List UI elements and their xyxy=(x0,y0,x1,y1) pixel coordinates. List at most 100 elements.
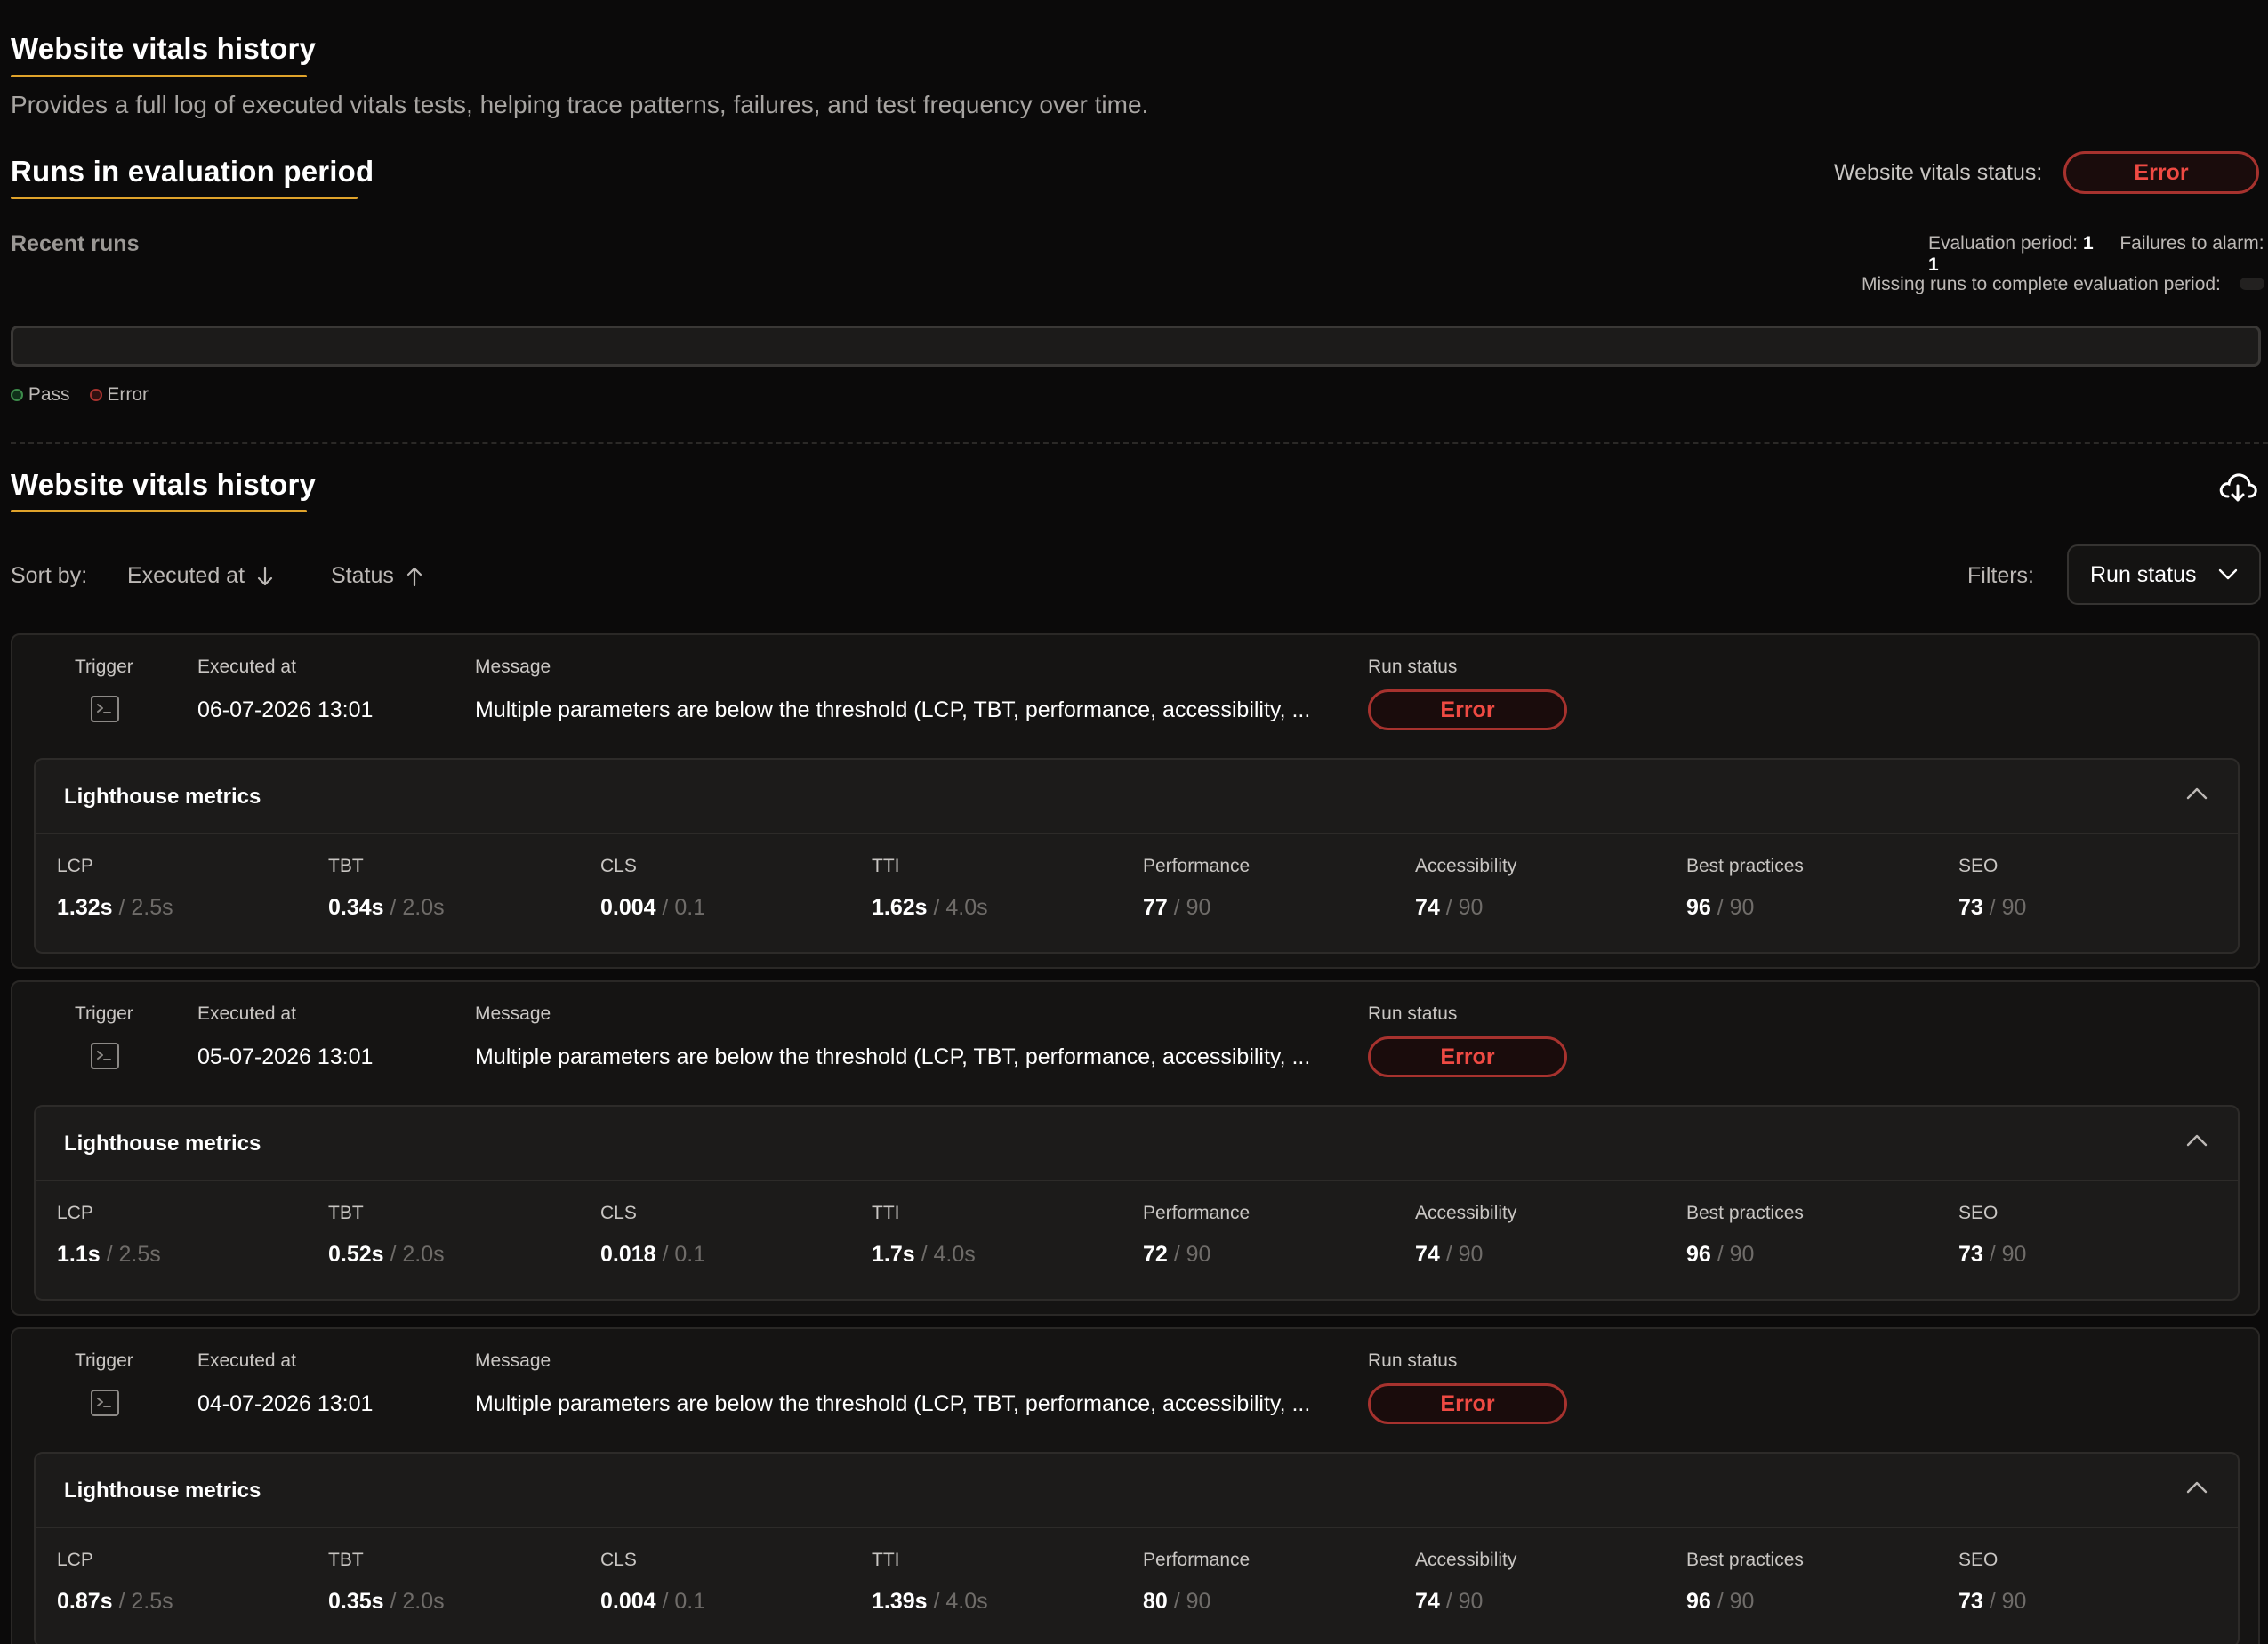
metric-value: 0.004 / 0.1 xyxy=(600,1589,705,1615)
metric-threshold: / 90 xyxy=(1717,1589,1755,1614)
trigger-label: Trigger xyxy=(75,657,133,677)
metric-measured: 73 xyxy=(1958,895,1983,920)
recent-runs-bar[interactable] xyxy=(11,326,2261,367)
metric-label: LCP xyxy=(57,856,93,876)
chevron-down-icon xyxy=(2218,568,2238,580)
metric-label: Accessibility xyxy=(1415,1203,1517,1223)
metric-value: 74 / 90 xyxy=(1415,895,1483,921)
evaluation-period-value: 1 xyxy=(2082,233,2094,254)
lighthouse-metrics-panel: Lighthouse metrics LCP 0.87s / 2.5s TBT … xyxy=(34,1452,2240,1644)
metrics-header[interactable]: Lighthouse metrics xyxy=(36,1454,2238,1528)
metric-value: 0.52s / 2.0s xyxy=(328,1242,445,1268)
title-underline xyxy=(11,75,307,77)
metric-label: LCP xyxy=(57,1203,93,1223)
run-status-label: Run status xyxy=(1368,1003,1458,1024)
run-status-filter-button[interactable]: Run status xyxy=(2067,544,2261,605)
metric-threshold: / 2.5s xyxy=(118,895,173,920)
metric-label: Performance xyxy=(1143,1203,1251,1223)
metric-label: TTI xyxy=(872,1203,900,1223)
metric-label: Best practices xyxy=(1686,1203,1804,1223)
executed-at-label: Executed at xyxy=(197,657,296,677)
metric-value: 1.62s / 4.0s xyxy=(872,895,988,921)
run-status-badge: Error xyxy=(1368,1383,1567,1424)
chevron-up-icon[interactable] xyxy=(2186,1133,2208,1148)
evaluation-period-label: Evaluation period: xyxy=(1928,233,2079,254)
metric-label: CLS xyxy=(600,856,637,876)
metric-threshold: / 4.0s xyxy=(921,1242,976,1267)
chevron-up-icon[interactable] xyxy=(2186,786,2208,801)
metric-threshold: / 0.1 xyxy=(662,1242,706,1267)
runs-legend: Pass Error xyxy=(11,384,149,406)
evaluation-period-info: Evaluation period: 1 Failures to alarm: … xyxy=(1928,233,2268,276)
metric-threshold: / 2.0s xyxy=(390,1589,445,1614)
metric-measured: 1.39s xyxy=(872,1589,928,1614)
metric-label: SEO xyxy=(1958,1550,1999,1570)
metric-measured: 72 xyxy=(1143,1242,1168,1267)
run-card[interactable]: Trigger Executed at 05-07-2026 13:01 Messa… xyxy=(11,980,2260,1316)
metric-value: 1.32s / 2.5s xyxy=(57,895,173,921)
metric-value: 1.7s / 4.0s xyxy=(872,1242,976,1268)
metric-measured: 74 xyxy=(1415,1242,1440,1267)
vitals-status-badge: Error xyxy=(2063,151,2259,194)
metrics-header[interactable]: Lighthouse metrics xyxy=(36,760,2238,834)
metric-label: SEO xyxy=(1958,1203,1999,1223)
metric-value: 72 / 90 xyxy=(1143,1242,1210,1268)
metric-measured: 74 xyxy=(1415,1589,1440,1614)
metric-threshold: / 0.1 xyxy=(662,895,706,920)
metric-measured: 74 xyxy=(1415,895,1440,920)
legend-error: Error xyxy=(89,384,149,406)
metric-threshold: / 90 xyxy=(1445,1589,1484,1614)
metric-label: TBT xyxy=(328,856,364,876)
metrics-title: Lighthouse metrics xyxy=(64,1479,261,1503)
metric-value: 73 / 90 xyxy=(1958,895,2026,921)
metrics-title: Lighthouse metrics xyxy=(64,1132,261,1156)
metric-threshold: / 2.0s xyxy=(390,895,445,920)
recent-runs-label: Recent runs xyxy=(11,231,140,256)
message-value: Multiple parameters are below the thresh… xyxy=(475,697,1311,722)
metric-label: CLS xyxy=(600,1550,637,1570)
metric-measured: 1.7s xyxy=(872,1242,915,1267)
metric-value: 1.1s / 2.5s xyxy=(57,1242,161,1268)
metric-value: 74 / 90 xyxy=(1415,1589,1483,1615)
metric-label: TBT xyxy=(328,1203,364,1223)
trigger-label: Trigger xyxy=(75,1003,133,1024)
metric-measured: 0.35s xyxy=(328,1589,384,1614)
chevron-up-icon[interactable] xyxy=(2186,1480,2208,1495)
cloud-download-icon[interactable] xyxy=(2218,470,2257,505)
metric-measured: 0.52s xyxy=(328,1242,384,1267)
executed-at-value: 04-07-2026 13:01 xyxy=(197,1391,374,1416)
metric-threshold: / 90 xyxy=(1445,1242,1484,1267)
message-label: Message xyxy=(475,657,551,677)
run-card[interactable]: Trigger Executed at 04-07-2026 13:01 Messa… xyxy=(11,1327,2260,1644)
metric-measured: 1.32s xyxy=(57,895,113,920)
metric-label: Performance xyxy=(1143,856,1251,876)
metric-measured: 1.1s xyxy=(57,1242,101,1267)
metric-measured: 0.018 xyxy=(600,1242,656,1267)
metric-threshold: / 90 xyxy=(1989,895,2027,920)
sort-executed-at[interactable]: Executed at xyxy=(127,563,273,589)
lighthouse-metrics-panel: Lighthouse metrics LCP 1.1s / 2.5s TBT 0… xyxy=(34,1105,2240,1301)
metric-threshold: / 4.0s xyxy=(933,1589,988,1614)
metric-threshold: / 90 xyxy=(1717,895,1755,920)
metric-value: 77 / 90 xyxy=(1143,895,1210,921)
metric-value: 0.34s / 2.0s xyxy=(328,895,445,921)
failures-value: 1 xyxy=(1928,254,1939,275)
page-description: Provides a full log of executed vitals t… xyxy=(11,91,1149,118)
failures-label: Failures to alarm: xyxy=(2119,233,2264,254)
terminal-icon xyxy=(91,1390,119,1416)
metric-label: Performance xyxy=(1143,1550,1251,1570)
sort-status[interactable]: Status xyxy=(331,563,422,589)
metric-measured: 73 xyxy=(1958,1589,1983,1614)
evaluation-underline xyxy=(11,197,358,199)
metric-label: TBT xyxy=(328,1550,364,1570)
metrics-header[interactable]: Lighthouse metrics xyxy=(36,1107,2238,1181)
run-card[interactable]: Trigger Executed at 06-07-2026 13:01 Messa… xyxy=(11,633,2260,969)
executed-at-label: Executed at xyxy=(197,1350,296,1371)
missing-runs-label: Missing runs to complete evaluation peri… xyxy=(1862,274,2221,294)
history-underline xyxy=(11,510,307,512)
lighthouse-metrics-panel: Lighthouse metrics LCP 1.32s / 2.5s TBT … xyxy=(34,758,2240,954)
metric-measured: 80 xyxy=(1143,1589,1168,1614)
sort-by-label: Sort by: xyxy=(11,563,88,588)
arrow-down-icon xyxy=(257,566,273,585)
metric-label: TTI xyxy=(872,1550,900,1570)
